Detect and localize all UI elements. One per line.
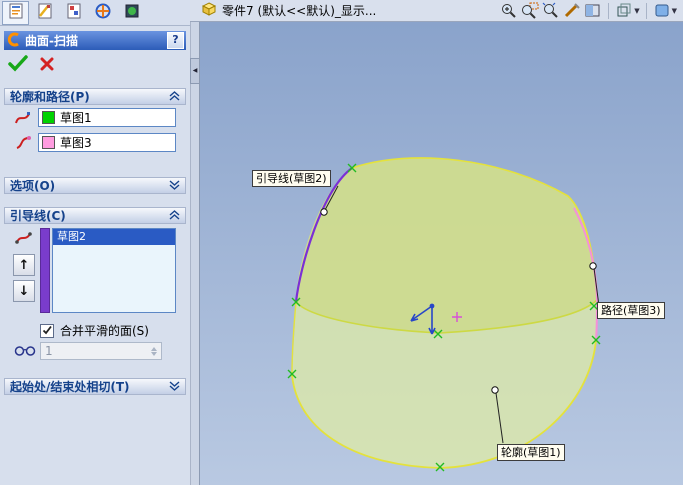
tab-featuremanager[interactable] (31, 1, 58, 25)
document-title: 零件7 (默认<<默认)_显示... (222, 4, 377, 18)
profile-attach-point (491, 386, 499, 394)
group-header-profile-path[interactable]: 轮廓和路径(P) (4, 88, 186, 105)
view-orientation-icon[interactable]: ▼ (615, 2, 640, 19)
profile-field[interactable]: 草图1 (38, 108, 176, 127)
path-attach-point (589, 262, 597, 270)
zoom-area-icon[interactable] (521, 2, 539, 19)
guide-attach-point (320, 208, 328, 216)
spinner-value: 1 (45, 344, 53, 358)
manager-tabbar (0, 0, 190, 26)
group-header-guide-curves[interactable]: 引导线(C) (4, 207, 186, 224)
chevron-down-icon (169, 380, 180, 394)
down-arrow-icon: ↓ (18, 283, 30, 299)
guide-curve-icon (15, 230, 33, 246)
app-window: 曲面-扫描 ? 轮廓和路径(P) 草图1 草图3 选项(O) 引导线(C) ↑ … (0, 0, 683, 485)
propertymanager-tab-icon (7, 2, 25, 23)
cancel-button[interactable] (40, 57, 54, 74)
guide-color-bar (40, 228, 50, 313)
path-icon (14, 135, 32, 151)
chevron-down-icon (169, 179, 180, 193)
section-view-icon[interactable] (584, 2, 602, 19)
swept-surface-back-face[interactable] (296, 157, 597, 333)
checkmark-icon (42, 324, 52, 338)
tab-dimxpertmanager[interactable] (89, 1, 116, 25)
chevron-down-icon: ▼ (634, 6, 640, 15)
path-color-swatch (42, 136, 55, 149)
viewport-canvas (287, 157, 601, 472)
panel-title: 曲面-扫描 (25, 34, 78, 48)
view-toolbar: ▼ ▼ (500, 2, 677, 19)
ok-button[interactable] (8, 55, 28, 75)
move-down-button[interactable]: ↓ (13, 280, 35, 302)
callout-path[interactable]: 路径(草图3) (597, 302, 665, 319)
tab-configurationmanager[interactable] (60, 1, 87, 25)
ok-cancel-row (8, 54, 54, 76)
chevron-up-icon (169, 90, 180, 104)
profile-value: 草图1 (60, 111, 92, 125)
up-arrow-icon: ↑ (18, 257, 30, 273)
group-label: 轮廓和路径(P) (10, 90, 90, 104)
panel-title-bar: 曲面-扫描 ? (4, 31, 186, 50)
merge-faces-row: 合并平滑的面(S) (40, 322, 149, 339)
select-wand-icon[interactable] (563, 2, 581, 19)
guide-curves-listbox[interactable]: 草图2 (52, 228, 176, 313)
path-value: 草图3 (60, 136, 92, 150)
viewport-header: 零件7 (默认<<默认)_显示... ▼ ▼ (190, 0, 683, 22)
path-field[interactable]: 草图3 (38, 133, 176, 152)
merge-faces-checkbox[interactable] (40, 323, 54, 338)
tab-displaymanager[interactable] (118, 1, 145, 25)
eyeglasses-icon[interactable] (14, 344, 36, 360)
callout-guide-curve[interactable]: 引导线(草图2) (252, 170, 331, 187)
group-label: 选项(O) (10, 179, 56, 193)
chevron-down-icon: ▼ (671, 6, 677, 15)
tab-propertymanager[interactable] (2, 0, 29, 25)
toolbar-separator (645, 2, 647, 19)
graphics-viewport[interactable] (200, 22, 683, 485)
check-icon (8, 55, 28, 75)
group-header-tangency[interactable]: 起始处/结束处相切(T) (4, 378, 186, 395)
group-label: 起始处/结束处相切(T) (10, 380, 130, 394)
featuremanager-tab-icon (36, 2, 54, 23)
chevron-up-icon (169, 209, 180, 223)
panel-collapse-button[interactable]: ◀ (190, 58, 200, 84)
group-label: 引导线(C) (10, 209, 66, 223)
show-sections-spinner[interactable]: 1 (40, 342, 162, 360)
collapse-left-icon: ◀ (192, 67, 198, 74)
merge-faces-label: 合并平滑的面(S) (60, 324, 149, 338)
displaymanager-tab-icon (123, 2, 141, 23)
profile-icon (14, 110, 32, 126)
document-info: 零件7 (默认<<默认)_显示... (202, 2, 376, 19)
toolbar-separator (608, 2, 610, 19)
profile-color-swatch (42, 111, 55, 124)
property-manager-panel: 曲面-扫描 ? 轮廓和路径(P) 草图1 草图3 选项(O) 引导线(C) ↑ … (0, 26, 190, 485)
move-up-button[interactable]: ↑ (13, 254, 35, 276)
zoom-in-out-icon[interactable] (500, 2, 518, 19)
dimxpertmanager-tab-icon (94, 2, 112, 23)
configurationmanager-tab-icon (65, 2, 83, 23)
panel-splitter[interactable] (190, 22, 200, 485)
zoom-fit-icon[interactable] (542, 2, 560, 19)
part-icon (202, 2, 217, 19)
display-style-icon[interactable]: ▼ (653, 2, 677, 19)
group-header-options[interactable]: 选项(O) (4, 177, 186, 194)
spinner-arrows-icon[interactable] (151, 346, 157, 356)
sweep-surface-icon (6, 32, 21, 50)
list-item-selected[interactable]: 草图2 (53, 229, 175, 245)
help-button[interactable]: ? (167, 32, 184, 49)
callout-profile[interactable]: 轮廓(草图1) (497, 444, 565, 461)
cancel-icon (40, 57, 54, 74)
